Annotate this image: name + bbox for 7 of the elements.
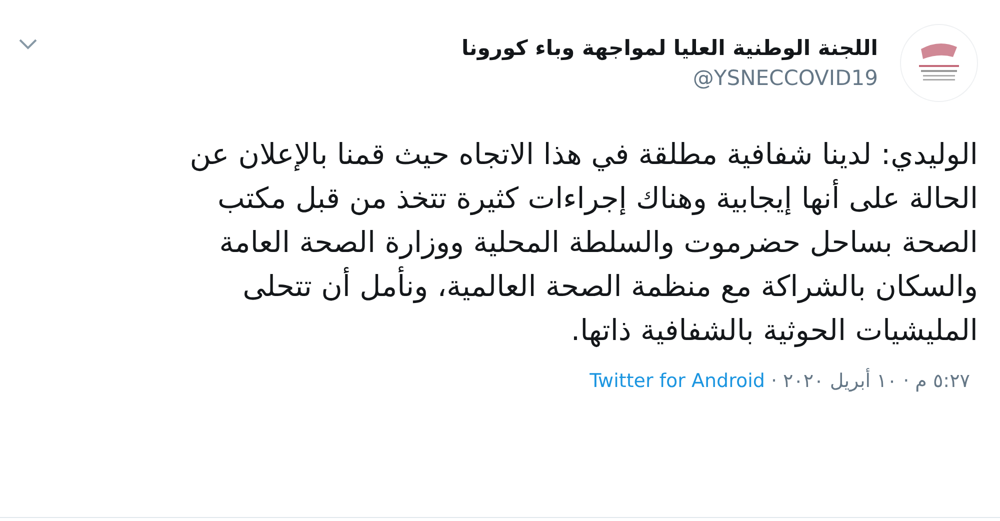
source-link[interactable]: Twitter for Android: [590, 370, 765, 392]
author-handle[interactable]: @YSNECCOVID19: [692, 66, 878, 90]
tweet-text: الوليدي: لدينا شفافية مطلقة في هذا الاتجاه حيث قمنا بالإعلان عن الحالة على أنها إيجابية وهناك إجراءات كثيرة تتخذ من قبل مكتب الصحة بساحل حضرموت والسلطة المحلية ووزارة الصحة العامة والسكان بالشراكة مع منظمة الصحة العالمية، ونأمل أن تتحلى المليشيات الحوثية بالشفافية ذاتها.: [188, 136, 978, 350]
caret-icon[interactable]: [18, 38, 38, 50]
separator-dot: ·: [770, 370, 777, 392]
tweet-timestamp[interactable]: ٥:٢٧ م · ١٠ أبريل ٢٠٢٠: [782, 370, 970, 392]
author-name[interactable]: اللجنة الوطنية العليا لمواجهة وباء كورونا: [462, 36, 878, 60]
